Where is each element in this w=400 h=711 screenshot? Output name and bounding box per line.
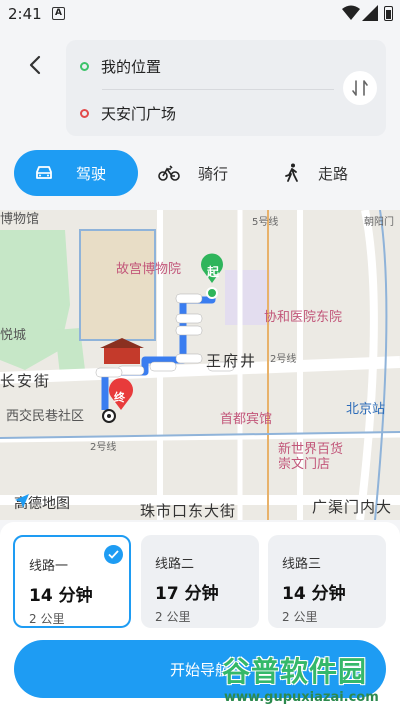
watermark-title: 谷普软件园 — [222, 655, 368, 688]
route-name: 线路三 — [282, 557, 322, 572]
start-marker-label: 起 — [207, 265, 220, 279]
route-distance: 2 公里 — [282, 610, 318, 624]
tab-bike[interactable]: 骑行 — [158, 150, 228, 196]
line2-label-b: 2号线 — [90, 442, 117, 453]
bike-icon — [158, 165, 180, 181]
swap-arrows-icon — [352, 80, 368, 96]
tab-walk-label: 走路 — [318, 164, 349, 183]
origin-text: 我的位置 — [101, 57, 162, 76]
tiananmen-icon — [100, 338, 144, 364]
battery-icon — [384, 6, 393, 21]
tab-drive-label: 驾驶 — [76, 164, 107, 183]
destination-dot-icon — [80, 108, 89, 118]
car-icon — [36, 166, 52, 179]
station-label: 北京站 — [346, 402, 386, 417]
site-watermark: 谷普软件园 www.gupuxiazai.com — [218, 650, 400, 711]
wifi-icon — [342, 5, 360, 20]
end-marker-label: 终 — [114, 391, 125, 404]
destination-field[interactable]: 天安门广场 — [80, 98, 176, 128]
back-button[interactable] — [18, 48, 52, 82]
chongwen-street-label: 珠市口东大街 — [140, 502, 237, 520]
route-card-2[interactable]: 线路二 17 分钟 2 公里 — [141, 535, 259, 628]
travel-mode-tabs: 驾驶 骑行 走路 — [0, 150, 400, 196]
line2-label-a: 2号线 — [270, 354, 297, 365]
hospital-label: 协和医院东院 — [264, 310, 343, 325]
tab-walk[interactable]: 走路 — [284, 150, 348, 196]
museum-label: 博物馆 — [0, 212, 40, 227]
notification-icon: A — [52, 7, 65, 20]
palace-area — [79, 229, 156, 341]
route-distance: 2 公里 — [155, 610, 191, 624]
swap-button[interactable] — [343, 71, 377, 105]
mall-label: 新世界百货 崇文门店 — [278, 442, 344, 472]
watermark-url: www.gupuxiazai.com — [224, 690, 379, 705]
route-name: 线路二 — [155, 557, 195, 572]
walk-icon — [285, 163, 298, 182]
route-time: 17 分钟 — [155, 584, 219, 604]
chaoyangmen-label: 朝阳门 — [364, 217, 394, 228]
line5-label: 5号线 — [252, 217, 279, 228]
status-bar: 2:41 A — [0, 0, 400, 28]
guangqu-street-label: 广渠门内大 — [312, 498, 393, 516]
yuecheng-label: 悦城 — [0, 328, 27, 343]
route-name: 线路一 — [29, 559, 69, 574]
signal-icon — [362, 5, 378, 21]
wangfujing-label: 王府井 — [206, 352, 258, 370]
route-time: 14 分钟 — [29, 586, 93, 606]
palace-label: 故宫博物院 — [116, 262, 182, 277]
route-time: 14 分钟 — [282, 584, 346, 604]
route-distance: 2 公里 — [29, 612, 65, 626]
amap-logo: 高德地图 — [14, 493, 70, 513]
field-divider — [102, 89, 334, 90]
map-canvas — [0, 210, 400, 520]
clock: 2:41 — [8, 5, 42, 23]
tab-bike-label: 骑行 — [198, 164, 229, 183]
origin-dot-icon — [80, 61, 89, 71]
destination-text: 天安门广场 — [101, 104, 177, 123]
route-card-1[interactable]: 线路一 14 分钟 2 公里 — [13, 535, 131, 628]
hotel-label: 首都宾馆 — [220, 412, 273, 427]
chevron-left-icon — [29, 55, 41, 75]
tab-drive[interactable]: 驾驶 — [14, 150, 138, 196]
xijiao-label: 西交民巷社区 — [6, 409, 85, 424]
origin-field[interactable]: 我的位置 — [80, 51, 161, 81]
amap-logo-icon — [15, 494, 29, 508]
route-card-3[interactable]: 线路三 14 分钟 2 公里 — [268, 535, 386, 628]
check-icon — [104, 545, 123, 564]
map-view[interactable]: 故宫博物院 博物馆 协和医院东院 王府井 长安街 西交民巷社区 首都宾馆 北京站… — [0, 210, 400, 520]
changan-label: 长安街 — [0, 372, 52, 390]
